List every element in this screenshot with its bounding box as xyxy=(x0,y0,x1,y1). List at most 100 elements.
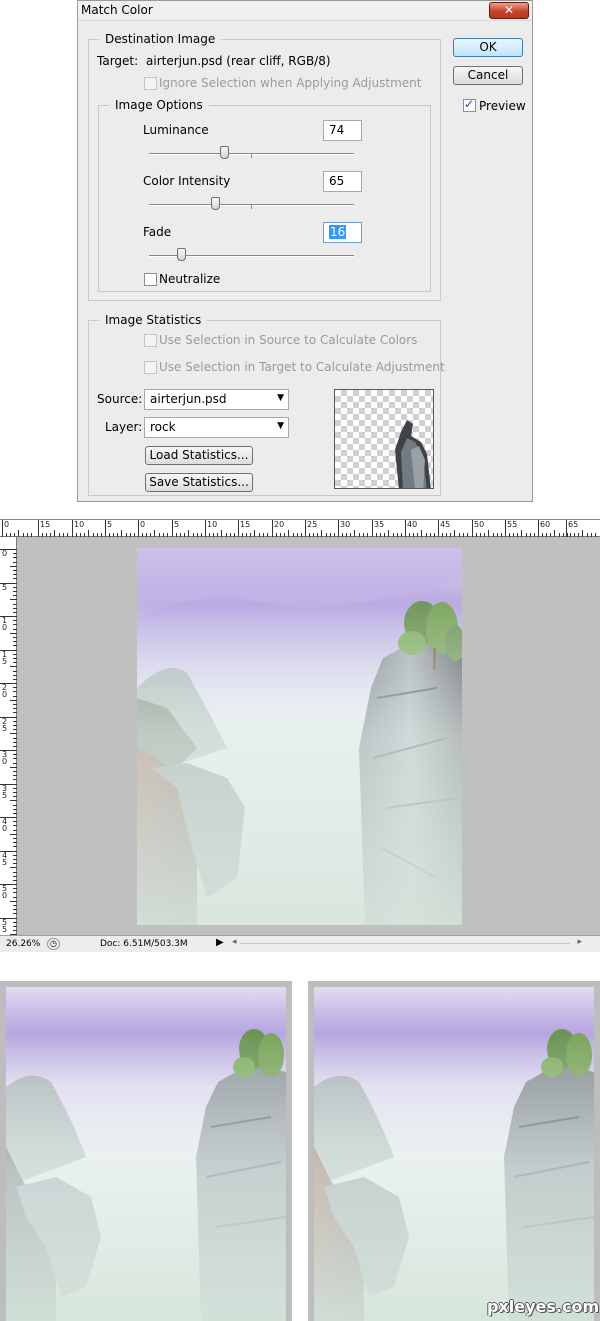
neutralize-checkbox[interactable] xyxy=(144,273,157,286)
ruler-h-label: 45 xyxy=(440,520,451,529)
ruler-v-minor-tick xyxy=(13,674,17,676)
ruler-v-minor-tick xyxy=(13,762,17,764)
save-statistics-button[interactable]: Save Statistics... xyxy=(145,473,253,492)
ruler-v-minor-tick xyxy=(13,724,17,726)
ruler-h-minor-tick xyxy=(276,533,278,537)
status-bar: 26.26% ◷ Doc: 6.51M/503.3M ▶ ◂ ▸ xyxy=(0,935,600,952)
ruler-h-minor-tick xyxy=(574,533,576,537)
ruler-v-minor-tick xyxy=(13,637,17,638)
ruler-h-minor-tick xyxy=(466,533,468,537)
fade-thumb[interactable] xyxy=(177,248,187,261)
ruler-v-minor-tick xyxy=(13,557,17,559)
ruler-h-label: 50 xyxy=(474,520,485,529)
after-image xyxy=(314,987,594,1321)
waterfall-scene xyxy=(137,548,462,925)
source-dropdown[interactable]: airterjun.psd ▼ xyxy=(144,389,289,410)
ruler-v-label: 20 xyxy=(2,683,8,699)
vertical-ruler[interactable]: 0 5 10 15 20 25 30 35 40 45 50 55 xyxy=(0,537,17,948)
ruler-h-minor-tick xyxy=(309,533,311,537)
cancel-button[interactable]: Cancel xyxy=(453,66,523,85)
ruler-v-minor-tick xyxy=(13,620,17,622)
dialog-titlebar[interactable]: Match Color ✕ xyxy=(78,1,532,21)
ruler-v-label: 30 xyxy=(2,750,8,766)
ruler-h-minor-tick xyxy=(176,533,178,537)
ruler-v-minor-tick xyxy=(13,791,17,793)
status-info-icon[interactable]: ◷ xyxy=(47,938,60,950)
ruler-v-minor-tick xyxy=(13,561,17,563)
ruler-h-tick xyxy=(566,520,567,537)
fade-input[interactable]: 16 xyxy=(323,222,362,243)
scroll-right-icon[interactable]: ▸ xyxy=(577,937,582,947)
ruler-h-minor-tick xyxy=(62,533,64,537)
ruler-v-label: 10 xyxy=(2,616,8,632)
ruler-h-minor-tick xyxy=(18,530,20,537)
ruler-h-tick xyxy=(105,520,106,537)
luminance-thumb[interactable] xyxy=(220,146,230,159)
ruler-v-minor-tick xyxy=(13,754,17,756)
ruler-h-minor-tick xyxy=(317,533,319,537)
ruler-h-minor-tick xyxy=(221,530,223,537)
ruler-h-minor-tick xyxy=(542,533,544,537)
ruler-v-minor-tick xyxy=(13,678,17,680)
scroll-left-icon[interactable]: ◂ xyxy=(232,937,237,947)
ruler-v-minor-tick xyxy=(13,821,17,823)
ruler-h-minor-tick xyxy=(409,533,411,537)
preview-checkbox[interactable] xyxy=(463,97,476,112)
ruler-h-minor-tick xyxy=(158,533,160,537)
ruler-v-minor-tick xyxy=(13,641,17,643)
ruler-h-minor-tick xyxy=(446,533,448,537)
ruler-h-minor-tick xyxy=(578,533,580,537)
ruler-v-minor-tick xyxy=(13,846,17,848)
ruler-h-minor-tick xyxy=(162,533,164,537)
ruler-h-minor-tick xyxy=(484,533,486,537)
color-intensity-input[interactable]: 65 xyxy=(323,171,362,192)
ruler-v-minor-tick xyxy=(13,624,17,626)
ruler-v-minor-tick xyxy=(13,905,17,906)
horizontal-ruler[interactable]: 0 15 10 5 0 5 10 15 20 25 30 35 40 45 50 55 60 65 xyxy=(0,520,600,537)
horizontal-scrollbar[interactable] xyxy=(240,943,570,944)
close-button[interactable]: ✕ xyxy=(489,2,529,19)
ruler-v-minor-tick xyxy=(13,586,17,588)
ruler-v-minor-tick xyxy=(13,808,17,810)
ok-button[interactable]: OK xyxy=(453,38,523,57)
ruler-v-minor-tick xyxy=(10,599,17,601)
pxleyes-watermark: pxleyes.com xyxy=(487,1297,600,1316)
zoom-level[interactable]: 26.26% xyxy=(6,939,40,949)
ruler-v-minor-tick xyxy=(13,863,17,865)
ruler-h-label: 15 xyxy=(40,520,51,529)
ruler-h-minor-tick xyxy=(321,530,323,537)
ruler-v-minor-tick xyxy=(13,708,17,710)
ruler-v-minor-tick xyxy=(10,800,17,802)
ruler-v-label: 5 xyxy=(2,582,8,592)
document-image[interactable] xyxy=(137,548,462,925)
ruler-v-minor-tick xyxy=(10,666,17,668)
ruler-h-minor-tick xyxy=(384,533,386,537)
status-menu-arrow-icon[interactable]: ▶ xyxy=(216,937,224,948)
ruler-v-minor-tick xyxy=(13,695,17,697)
ruler-v-minor-tick xyxy=(13,570,17,571)
ruler-h-minor-tick xyxy=(450,533,452,537)
use-selection-source-checkbox[interactable] xyxy=(144,334,157,347)
ruler-h-minor-tick xyxy=(388,530,390,537)
ruler-h-tick xyxy=(305,520,306,537)
ruler-v-minor-tick xyxy=(13,812,17,814)
layer-dropdown[interactable]: rock ▼ xyxy=(144,417,289,438)
ruler-h-minor-tick xyxy=(350,533,352,537)
ruler-h-label: 0 xyxy=(140,520,146,529)
load-statistics-button[interactable]: Load Statistics... xyxy=(145,446,253,465)
use-selection-target-checkbox[interactable] xyxy=(144,361,157,374)
color-intensity-thumb[interactable] xyxy=(211,197,221,210)
preview-label: Preview xyxy=(479,99,526,113)
ruler-h-minor-tick xyxy=(284,533,286,537)
luminance-input[interactable]: 74 xyxy=(323,120,362,141)
ruler-h-minor-tick xyxy=(550,533,552,537)
ruler-h-minor-tick xyxy=(442,533,444,537)
ruler-v-minor-tick xyxy=(13,645,17,647)
ruler-h-tick xyxy=(438,520,439,537)
ignore-selection-checkbox[interactable] xyxy=(144,77,157,90)
ruler-h-minor-tick xyxy=(80,533,82,537)
ruler-h-label: 10 xyxy=(74,520,85,529)
before-image-frame xyxy=(0,981,292,1321)
ruler-v-minor-tick xyxy=(13,871,17,873)
ruler-v-minor-tick xyxy=(13,691,17,693)
